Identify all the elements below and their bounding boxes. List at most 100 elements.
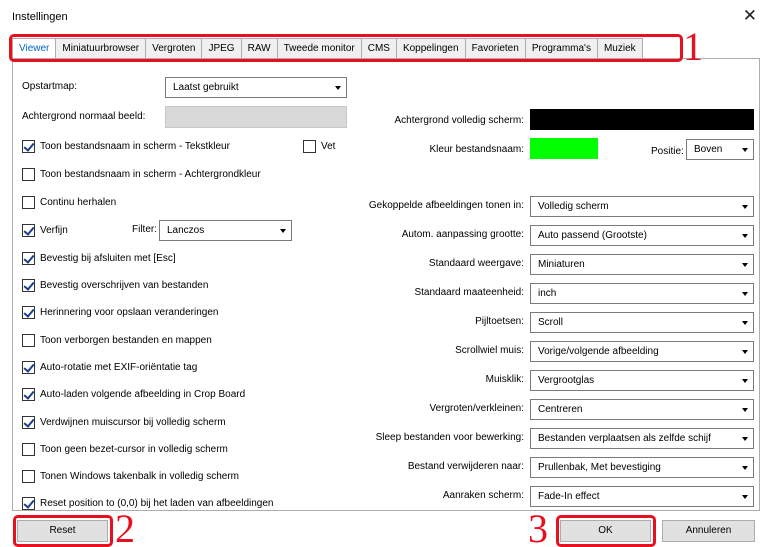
checkbox-box <box>22 195 35 209</box>
reset-button[interactable]: Reset <box>17 520 108 542</box>
mouse-click-dropdown[interactable]: Vergrootglas <box>530 370 754 391</box>
linked-images-dropdown[interactable]: Volledig scherm <box>530 196 754 217</box>
tab-strip: Viewer Miniatuurbrowser Vergroten JPEG R… <box>12 38 643 59</box>
checkbox-box <box>22 251 35 265</box>
cancel-button[interactable]: Annuleren <box>662 520 755 542</box>
checkbox-label: Continu herhalen <box>40 196 117 208</box>
title-bar: Instellingen ✕ <box>0 0 771 33</box>
ok-button[interactable]: OK <box>560 520 651 542</box>
default-view-label: Standaard weergave: <box>428 258 524 269</box>
tab-muziek[interactable]: Muziek <box>596 38 643 59</box>
annotation-number-3: 3 <box>528 506 548 547</box>
checkbox-show-filename-bgcolor[interactable]: Toon bestandsnaam in scherm - Achtergron… <box>22 167 261 181</box>
chevron-down-icon <box>280 229 286 233</box>
checkbox-no-busy-cursor[interactable]: Toon geen bezet-cursor in volledig scher… <box>22 442 228 456</box>
checkbox-label: Toon verborgen bestanden en mappen <box>40 334 212 346</box>
window-title: Instellingen <box>12 11 68 23</box>
checkbox-box <box>22 360 35 374</box>
checkbox-label: Auto-laden volgende afbeelding in Crop B… <box>40 388 246 400</box>
filter-label: Filter: <box>132 224 157 235</box>
tab-favorieten[interactable]: Favorieten <box>464 38 525 59</box>
scroll-wheel-label: Scrollwiel muis: <box>455 345 524 356</box>
checkbox-label: Auto-rotatie met EXIF-oriëntatie tag <box>40 361 198 373</box>
checkbox-label: Verdwijnen muiscursor bij volledig scher… <box>40 416 226 428</box>
checkbox-save-reminder[interactable]: Herinnering voor opslaan veranderingen <box>22 305 218 319</box>
default-view-value: Miniaturen <box>538 259 585 270</box>
arrow-keys-dropdown[interactable]: Scroll <box>530 312 754 333</box>
checkbox-show-hidden[interactable]: Toon verborgen bestanden en mappen <box>22 333 212 347</box>
annotation-number-2: 2 <box>115 506 135 547</box>
checkbox-box <box>22 442 35 456</box>
chevron-down-icon <box>742 263 748 267</box>
tab-vergroten[interactable]: Vergroten <box>145 38 202 59</box>
tab-raw[interactable]: RAW <box>240 38 277 59</box>
checkbox-label: Bevestig overschrijven van bestanden <box>40 279 209 291</box>
arrow-keys-label: Pijltoetsen: <box>475 316 524 327</box>
tab-viewer[interactable]: Viewer <box>12 38 56 59</box>
checkbox-label: Tonen Windows takenbalk in volledig sche… <box>40 470 239 482</box>
default-view-dropdown[interactable]: Miniaturen <box>530 254 754 275</box>
default-unit-label: Standaard maateenheid: <box>414 287 524 298</box>
zoom-label: Vergroten/verkleinen: <box>429 403 524 414</box>
bg-fullscreen-color-swatch[interactable] <box>530 109 754 130</box>
checkbox-show-filename-textcolor[interactable]: Toon bestandsnaam in scherm - Tekstkleur <box>22 139 230 153</box>
checkbox-autoload-cropboard[interactable]: Auto-laden volgende afbeelding in Crop B… <box>22 387 245 401</box>
tab-miniatuurbrowser[interactable]: Miniatuurbrowser <box>55 38 146 59</box>
tab-cms[interactable]: CMS <box>360 38 396 59</box>
drag-files-dropdown[interactable]: Bestanden verplaatsen als zelfde schijf <box>530 428 754 449</box>
touch-screen-value: Fade-In effect <box>538 491 600 502</box>
checkbox-box <box>22 496 35 510</box>
checkbox-confirm-overwrite[interactable]: Bevestig overschrijven van bestanden <box>22 278 208 292</box>
tab-jpeg[interactable]: JPEG <box>201 38 241 59</box>
checkbox-label: Toon bestandsnaam in scherm - Tekstkleur <box>40 140 230 152</box>
zoom-value: Centreren <box>538 404 583 415</box>
checkbox-box <box>22 278 35 292</box>
delete-file-dropdown[interactable]: Prullenbak, Met bevestiging <box>530 457 754 478</box>
filter-dropdown[interactable]: Lanczos <box>159 220 292 241</box>
tab-tweede-monitor[interactable]: Tweede monitor <box>276 38 361 59</box>
touch-screen-dropdown[interactable]: Fade-In effect <box>530 486 754 507</box>
checkbox-box <box>22 167 35 181</box>
auto-resize-value: Auto passend (Grootste) <box>538 230 647 241</box>
chevron-down-icon <box>742 437 748 441</box>
chevron-down-icon <box>742 321 748 325</box>
startup-folder-dropdown[interactable]: Laatst gebruikt <box>165 77 347 98</box>
scroll-wheel-dropdown[interactable]: Vorige/volgende afbeelding <box>530 341 754 362</box>
chevron-down-icon <box>742 205 748 209</box>
chevron-down-icon <box>742 408 748 412</box>
default-unit-dropdown[interactable]: inch <box>530 283 754 304</box>
checkbox-box <box>22 223 35 237</box>
chevron-down-icon <box>742 234 748 238</box>
mouse-click-label: Muisklik: <box>485 374 524 385</box>
checkbox-label: Bevestig bij afsluiten met [Esc] <box>40 252 176 264</box>
checkbox-label: Herinnering voor opslaan veranderingen <box>40 306 219 318</box>
chevron-down-icon <box>742 292 748 296</box>
auto-resize-dropdown[interactable]: Auto passend (Grootste) <box>530 225 754 246</box>
position-label: Positie: <box>651 146 684 157</box>
mouse-click-value: Vergrootglas <box>538 375 595 386</box>
delete-file-value: Prullenbak, Met bevestiging <box>538 462 661 473</box>
checkbox-hide-cursor[interactable]: Verdwijnen muiscursor bij volledig scher… <box>22 415 226 429</box>
checkbox-loop[interactable]: Continu herhalen <box>22 195 116 209</box>
close-icon[interactable]: ✕ <box>743 6 757 26</box>
chevron-down-icon <box>742 466 748 470</box>
auto-resize-label: Autom. aanpassing grootte: <box>401 229 524 240</box>
checkbox-label: Toon geen bezet-cursor in volledig scher… <box>40 443 228 455</box>
chevron-down-icon <box>742 379 748 383</box>
filename-color-label: Kleur bestandsnaam: <box>429 144 524 155</box>
filename-color-swatch[interactable] <box>530 138 598 159</box>
zoom-dropdown[interactable]: Centreren <box>530 399 754 420</box>
checkbox-box <box>22 387 35 401</box>
checkbox-exif-rotate[interactable]: Auto-rotatie met EXIF-oriëntatie tag <box>22 360 197 374</box>
position-dropdown[interactable]: Boven <box>686 139 754 160</box>
tab-programmas[interactable]: Programma's <box>524 38 597 59</box>
checkbox-show-taskbar[interactable]: Tonen Windows takenbalk in volledig sche… <box>22 469 239 483</box>
checkbox-refine[interactable]: Verfijn <box>22 223 68 237</box>
checkbox-confirm-esc[interactable]: Bevestig bij afsluiten met [Esc] <box>22 251 176 265</box>
tab-koppelingen[interactable]: Koppelingen <box>395 38 465 59</box>
checkbox-box <box>22 305 35 319</box>
checkbox-reset-position[interactable]: Reset position to (0,0) bij het laden va… <box>22 496 274 510</box>
filter-value: Lanczos <box>167 225 205 236</box>
annotation-number-1: 1 <box>683 24 703 69</box>
checkbox-box <box>22 415 35 429</box>
